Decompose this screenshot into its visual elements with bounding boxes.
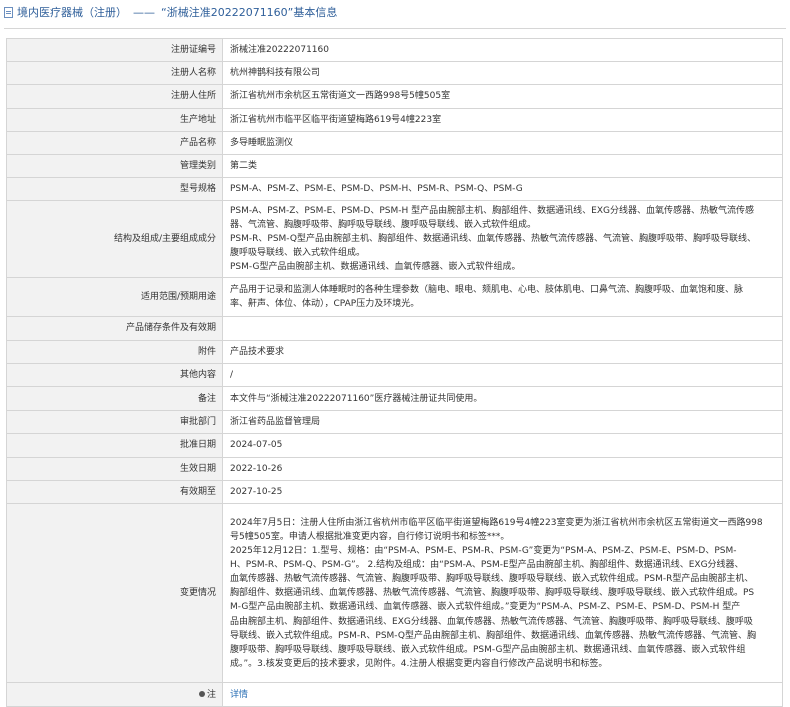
text-line: 成。”。3.核发变更后的技术要求，见附件。4.注册人根据变更内容自行修改产品说明…	[230, 658, 608, 669]
table-row: 审批部门 浙江省药品监督管理局	[6, 409, 783, 435]
table-row: 生效日期 2022-10-26	[6, 456, 783, 482]
field-label: 型号规格	[6, 177, 223, 202]
text-line: 胸部组件、数据通讯线、血氧传感器、热敏气流传感器、气流管、胸腹呼吸带、胸呼吸导联…	[230, 588, 755, 599]
field-value: 浙江省杭州市临平区临平街道望梅路619号4幢223室	[222, 107, 783, 132]
text-line: PSM-R、PSM-Q型产品由腕部主机、胸部组件、数据通讯线、血氧传感器、热敏气…	[230, 234, 756, 245]
table-row: 产品储存条件及有效期	[6, 316, 783, 341]
field-label: 注册人名称	[6, 61, 223, 86]
text-line: 产品用于记录和监测人体睡眠时的各种生理参数（脑电、眼电、颏肌电、心电、肢体肌电、…	[230, 285, 744, 296]
table-row: 有效期至 2027-10-25	[6, 480, 783, 505]
text-line: 2024年7月5日：注册人住所由浙江省杭州市临平区临平街道望梅路619号4幢22…	[230, 517, 763, 528]
field-label: 批准日期	[6, 433, 223, 458]
field-label: 生效日期	[6, 456, 223, 482]
field-label: 审批部门	[6, 409, 223, 435]
field-label: 变更情况	[6, 503, 223, 684]
field-label: 结构及组成/主要组成成分	[6, 200, 223, 279]
title-divider	[4, 28, 786, 29]
field-value: 2024-07-05	[222, 433, 783, 458]
details-link[interactable]: 详情	[230, 690, 248, 700]
note-label: 注	[206, 689, 216, 700]
field-label: 适用范围/预期用途	[6, 277, 223, 318]
table-row: 注册人名称 杭州神鹊科技有限公司	[6, 61, 783, 86]
table-row: 批准日期 2024-07-05	[6, 433, 783, 458]
field-value-multiline: PSM-A、PSM-Z、PSM-E、PSM-D、PSM-H 型产品由腕部主机、胸…	[222, 200, 783, 279]
field-value-multiline: 2024年7月5日：注册人住所由浙江省杭州市临平区临平街道望梅路619号4幢22…	[222, 503, 783, 684]
field-value: /	[222, 363, 783, 388]
document-icon	[4, 6, 13, 18]
text-line: 腹呼吸导联线、嵌入式软件组成。	[230, 248, 366, 259]
field-value: 多导睡眠监测仪	[222, 130, 783, 155]
field-value: 浙江省药品监督管理局	[222, 409, 783, 435]
table-row: 适用范围/预期用途 产品用于记录和监测人体睡眠时的各种生理参数（脑电、眼电、颏肌…	[6, 277, 783, 318]
table-row: 其他内容 /	[6, 363, 783, 388]
text-line: M-G型产品由腕部主机、数据通讯线、血氧传感器、嵌入式软件组成。”变更为“PSM…	[230, 602, 741, 613]
title-separator: ——	[133, 5, 155, 19]
field-label: 产品储存条件及有效期	[6, 316, 223, 341]
table-row: 结构及组成/主要组成成分 PSM-A、PSM-Z、PSM-E、PSM-D、PSM…	[6, 200, 783, 279]
text-line: PSM-G型产品由腕部主机、数据通讯线、血氧传感器、嵌入式软件组成。	[230, 262, 521, 273]
page-title-bar: 境内医疗器械（注册） —— “浙械注准20222071160”基本信息	[0, 0, 790, 24]
field-value: 产品技术要求	[222, 339, 783, 365]
info-table: 注册证编号 浙械注准20222071160 注册人名称 杭州神鹊科技有限公司 注…	[6, 37, 783, 707]
table-row: 管理类别 第二类	[6, 153, 783, 179]
field-value: 第二类	[222, 153, 783, 179]
field-label: 备注	[6, 386, 223, 411]
text-line: PSM-A、PSM-Z、PSM-E、PSM-D、PSM-H 型产品由腕部主机、胸…	[230, 206, 754, 217]
text-line: 号5幢505室。申请人根据批准变更内容，自行修订说明书和标签***。	[230, 532, 510, 543]
field-value: 本文件与“浙械注准20222071160”医疗器械注册证共同使用。	[222, 386, 783, 411]
text-line: 2025年12月12日：1.型号、规格：由“PSM-A、PSM-E、PSM-R、…	[230, 546, 737, 557]
table-row: 产品名称 多导睡眠监测仪	[6, 130, 783, 155]
table-row: 注册人住所 浙江省杭州市余杭区五常街道文一西路998号5幢505室	[6, 84, 783, 109]
table-row: 附件 产品技术要求	[6, 339, 783, 365]
field-label: 产品名称	[6, 130, 223, 155]
field-value: 浙械注准20222071160	[222, 37, 783, 63]
field-value: 浙江省杭州市余杭区五常街道文一西路998号5幢505室	[222, 84, 783, 109]
field-value-multiline: 产品用于记录和监测人体睡眠时的各种生理参数（脑电、眼电、颏肌电、心电、肢体肌电、…	[222, 277, 783, 318]
text-line: 腹呼吸带、胸呼吸导联线、腹呼吸导联线、嵌入式软件组成。PSM-G型产品由腕部主机…	[230, 644, 746, 655]
title-left: 境内医疗器械（注册）	[17, 6, 127, 19]
bullet-icon	[198, 691, 205, 698]
text-line: 导联线、嵌入式软件组成。PSM-R、PSM-Q型产品由腕部主机、胸部组件、数据通…	[230, 630, 756, 641]
field-label: 注	[6, 682, 223, 707]
table-row: 变更情况 2024年7月5日：注册人住所由浙江省杭州市临平区临平街道望梅路619…	[6, 503, 783, 684]
field-label: 生产地址	[6, 107, 223, 132]
field-label: 有效期至	[6, 480, 223, 505]
field-value: PSM-A、PSM-Z、PSM-E、PSM-D、PSM-H、PSM-R、PSM-…	[222, 177, 783, 202]
field-label: 管理类别	[6, 153, 223, 179]
field-value: 详情	[222, 682, 783, 707]
text-line: 血氧传感器、热敏气流传感器、气流管、胸腹呼吸带、胸呼吸导联线、腹呼吸导联线、嵌入…	[230, 574, 754, 585]
field-value: 2027-10-25	[222, 480, 783, 505]
text-line: 器、气流管、胸腹呼吸带、胸呼吸导联线、腹呼吸导联线、嵌入式软件组成。	[230, 220, 537, 231]
text-line: 品由腕部主机、胸部组件、数据通讯线、EXG分线器、血氧传感器、热敏气流传感器、气…	[230, 616, 753, 627]
table-row: 型号规格 PSM-A、PSM-Z、PSM-E、PSM-D、PSM-H、PSM-R…	[6, 177, 783, 202]
field-value: 杭州神鹊科技有限公司	[222, 61, 783, 86]
text-line: H、PSM-R、PSM-Q、PSM-G”。 2.结构及组成：由“PSM-A、PS…	[230, 560, 744, 571]
text-line: 率、鼾声、体位、体动），CPAP压力及环境光。	[230, 299, 420, 310]
field-label: 注册证编号	[6, 37, 223, 63]
table-row: 注 详情	[6, 682, 783, 707]
table-row: 生产地址 浙江省杭州市临平区临平街道望梅路619号4幢223室	[6, 107, 783, 132]
field-label: 注册人住所	[6, 84, 223, 109]
table-row: 注册证编号 浙械注准20222071160	[6, 37, 783, 63]
table-row: 备注 本文件与“浙械注准20222071160”医疗器械注册证共同使用。	[6, 386, 783, 411]
field-label: 其他内容	[6, 363, 223, 388]
field-value: 2022-10-26	[222, 456, 783, 482]
field-value	[222, 316, 783, 341]
title-right: “浙械注准20222071160”基本信息	[161, 6, 338, 19]
field-label: 附件	[6, 339, 223, 365]
